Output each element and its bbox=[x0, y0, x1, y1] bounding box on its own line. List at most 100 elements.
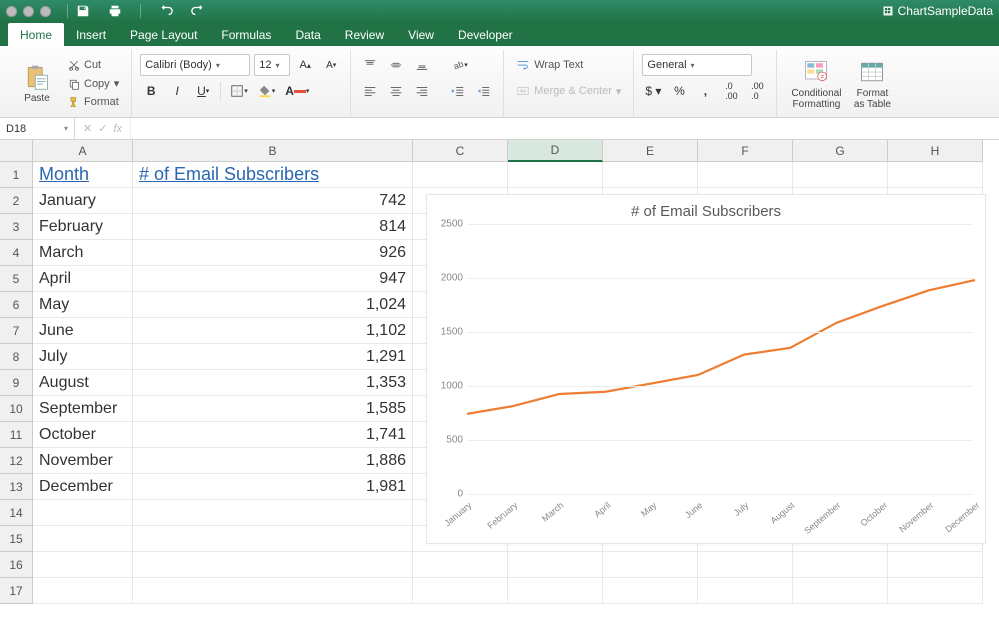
currency-button[interactable]: $ ▾ bbox=[642, 80, 664, 102]
cell-C1[interactable] bbox=[413, 162, 508, 188]
tab-insert[interactable]: Insert bbox=[64, 23, 118, 46]
cell-A4[interactable]: March bbox=[33, 240, 133, 266]
row-header-14[interactable]: 14 bbox=[0, 500, 33, 526]
col-header-G[interactable]: G bbox=[793, 140, 888, 162]
cell-A16[interactable] bbox=[33, 552, 133, 578]
enter-formula-icon[interactable]: ✓ bbox=[98, 122, 107, 135]
row-header-3[interactable]: 3 bbox=[0, 214, 33, 240]
row-header-15[interactable]: 15 bbox=[0, 526, 33, 552]
paste-button[interactable]: Paste bbox=[14, 61, 60, 106]
cell-H1[interactable] bbox=[888, 162, 983, 188]
print-button[interactable] bbox=[104, 0, 126, 22]
col-header-E[interactable]: E bbox=[603, 140, 698, 162]
cell-A12[interactable]: November bbox=[33, 448, 133, 474]
tab-formulas[interactable]: Formulas bbox=[209, 23, 283, 46]
cell-B15[interactable] bbox=[133, 526, 413, 552]
align-middle-button[interactable] bbox=[385, 54, 407, 76]
cell-F17[interactable] bbox=[698, 578, 793, 604]
format-painter-button[interactable]: Format bbox=[64, 94, 123, 110]
col-header-B[interactable]: B bbox=[133, 140, 413, 162]
cell-B9[interactable]: 1,353 bbox=[133, 370, 413, 396]
borders-button[interactable]: ▾ bbox=[227, 80, 251, 102]
cell-B5[interactable]: 947 bbox=[133, 266, 413, 292]
cell-B8[interactable]: 1,291 bbox=[133, 344, 413, 370]
cell-B14[interactable] bbox=[133, 500, 413, 526]
embedded-chart[interactable]: # of Email Subscribers 05001000150020002… bbox=[426, 194, 986, 544]
cell-B16[interactable] bbox=[133, 552, 413, 578]
row-header-16[interactable]: 16 bbox=[0, 552, 33, 578]
cell-B1[interactable]: # of Email Subscribers bbox=[133, 162, 413, 188]
cell-G17[interactable] bbox=[793, 578, 888, 604]
cell-E16[interactable] bbox=[603, 552, 698, 578]
col-header-A[interactable]: A bbox=[33, 140, 133, 162]
cell-A3[interactable]: February bbox=[33, 214, 133, 240]
align-right-button[interactable] bbox=[411, 80, 433, 102]
conditional-formatting-button[interactable]: ≠ Conditional Formatting bbox=[785, 52, 847, 115]
cell-C17[interactable] bbox=[413, 578, 508, 604]
col-header-D[interactable]: D bbox=[508, 140, 603, 162]
row-header-7[interactable]: 7 bbox=[0, 318, 33, 344]
cell-B12[interactable]: 1,886 bbox=[133, 448, 413, 474]
shrink-font-button[interactable]: A▾ bbox=[320, 54, 342, 76]
row-header-5[interactable]: 5 bbox=[0, 266, 33, 292]
format-as-table-button[interactable]: Format as Table bbox=[847, 52, 897, 115]
copy-button[interactable]: Copy ▾ bbox=[64, 75, 123, 92]
row-header-17[interactable]: 17 bbox=[0, 578, 33, 604]
font-name-combo[interactable]: Calibri (Body)▾ bbox=[140, 54, 250, 76]
cell-B3[interactable]: 814 bbox=[133, 214, 413, 240]
col-header-F[interactable]: F bbox=[698, 140, 793, 162]
cell-A15[interactable] bbox=[33, 526, 133, 552]
orientation-button[interactable]: ab▾ bbox=[447, 54, 471, 76]
minimize-window[interactable] bbox=[23, 6, 34, 17]
cell-A13[interactable]: December bbox=[33, 474, 133, 500]
font-color-button[interactable]: A▾ bbox=[282, 80, 312, 102]
cell-E1[interactable] bbox=[603, 162, 698, 188]
wrap-text-button[interactable]: Wrap Text bbox=[512, 56, 587, 74]
grow-font-button[interactable]: A▴ bbox=[294, 54, 316, 76]
row-header-9[interactable]: 9 bbox=[0, 370, 33, 396]
align-left-button[interactable] bbox=[359, 80, 381, 102]
formula-input[interactable] bbox=[131, 118, 999, 139]
cell-H16[interactable] bbox=[888, 552, 983, 578]
tab-view[interactable]: View bbox=[396, 23, 446, 46]
row-header-2[interactable]: 2 bbox=[0, 188, 33, 214]
cell-D1[interactable] bbox=[508, 162, 603, 188]
col-header-H[interactable]: H bbox=[888, 140, 983, 162]
row-header-10[interactable]: 10 bbox=[0, 396, 33, 422]
increase-indent-button[interactable] bbox=[473, 80, 495, 102]
row-header-4[interactable]: 4 bbox=[0, 240, 33, 266]
row-header-11[interactable]: 11 bbox=[0, 422, 33, 448]
select-all-cell[interactable] bbox=[0, 140, 33, 162]
row-header-8[interactable]: 8 bbox=[0, 344, 33, 370]
merge-center-button[interactable]: Merge & Center ▾ bbox=[512, 82, 625, 100]
insert-function-icon[interactable]: fx bbox=[113, 123, 122, 135]
cell-B7[interactable]: 1,102 bbox=[133, 318, 413, 344]
increase-decimal-button[interactable]: .0.00 bbox=[720, 80, 742, 102]
cell-A10[interactable]: September bbox=[33, 396, 133, 422]
cell-D16[interactable] bbox=[508, 552, 603, 578]
row-header-13[interactable]: 13 bbox=[0, 474, 33, 500]
cell-G1[interactable] bbox=[793, 162, 888, 188]
cell-B2[interactable]: 742 bbox=[133, 188, 413, 214]
cell-A17[interactable] bbox=[33, 578, 133, 604]
font-size-combo[interactable]: 12▾ bbox=[254, 54, 290, 76]
comma-button[interactable]: , bbox=[694, 80, 716, 102]
decrease-indent-button[interactable] bbox=[447, 80, 469, 102]
cell-A6[interactable]: May bbox=[33, 292, 133, 318]
cell-B4[interactable]: 926 bbox=[133, 240, 413, 266]
number-format-combo[interactable]: General▾ bbox=[642, 54, 752, 76]
cell-F1[interactable] bbox=[698, 162, 793, 188]
name-box[interactable]: D18▾ bbox=[0, 118, 75, 139]
cancel-formula-icon[interactable]: ✕ bbox=[83, 122, 92, 135]
zoom-window[interactable] bbox=[40, 6, 51, 17]
align-center-button[interactable] bbox=[385, 80, 407, 102]
cell-B13[interactable]: 1,981 bbox=[133, 474, 413, 500]
italic-button[interactable]: I bbox=[166, 80, 188, 102]
fill-color-button[interactable]: ▾ bbox=[255, 80, 279, 102]
cell-B6[interactable]: 1,024 bbox=[133, 292, 413, 318]
bold-button[interactable]: B bbox=[140, 80, 162, 102]
row-header-6[interactable]: 6 bbox=[0, 292, 33, 318]
cell-A5[interactable]: April bbox=[33, 266, 133, 292]
tab-home[interactable]: Home bbox=[8, 23, 64, 46]
cell-A9[interactable]: August bbox=[33, 370, 133, 396]
